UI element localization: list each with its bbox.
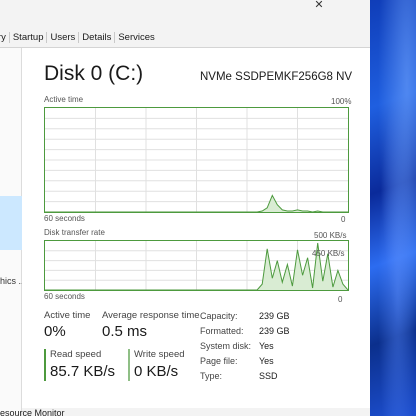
transfer-rate-graph (45, 241, 349, 291)
write-speed-bar (128, 349, 130, 381)
system-disk-label: System disk: (200, 341, 252, 351)
selected-resource-item[interactable] (0, 196, 22, 250)
avg-response-label: Average response time (102, 310, 200, 321)
tab-app-history[interactable]: tory (0, 32, 9, 43)
active-time-stat-value: 0% (44, 323, 66, 340)
tab-strip: tory Startup Users Details Services (0, 28, 370, 48)
transfer-rate-chart-label: Disk transfer rate (44, 228, 105, 237)
resource-monitor-link[interactable]: esource Monitor (0, 408, 65, 416)
avg-response-value: 0.5 ms (102, 323, 148, 340)
formatted-label: Formatted: (200, 326, 244, 336)
transfer-rate-min-label: 0 (338, 295, 343, 304)
transfer-rate-duration-label: 60 seconds (44, 292, 85, 301)
type-label: Type: (200, 371, 223, 381)
type-value: SSD (259, 371, 278, 381)
active-time-duration-label: 60 seconds (44, 214, 85, 223)
read-speed-bar (44, 349, 46, 381)
tab-details[interactable]: Details (78, 32, 114, 43)
read-speed-value: 85.7 KB/s (50, 363, 116, 380)
active-time-stat-label: Active time (44, 310, 91, 321)
read-speed-label: Read speed (50, 349, 102, 360)
desktop-wallpaper (370, 0, 416, 416)
tab-users[interactable]: Users (46, 32, 78, 43)
transfer-rate-chart (44, 240, 349, 291)
capacity-value: 239 GB (259, 311, 290, 321)
resource-list-pane (0, 48, 22, 416)
formatted-value: 239 GB (259, 326, 290, 336)
transfer-rate-secondary-label: 450 KB/s (312, 249, 345, 258)
capacity-label: Capacity: (200, 311, 238, 321)
task-manager-window: tory Startup Users Details Services hics… (0, 0, 370, 416)
active-time-min-label: 0 (341, 215, 346, 224)
page-title: Disk 0 (C:) (44, 62, 144, 85)
page-file-label: Page file: (200, 356, 238, 366)
write-speed-value: 0 KB/s (134, 363, 179, 380)
system-disk-value: Yes (259, 341, 274, 351)
write-speed-label: Write speed (134, 349, 185, 360)
tab-services[interactable]: Services (114, 32, 157, 43)
close-icon[interactable]: ✕ (312, 0, 326, 12)
active-time-chart (44, 107, 349, 213)
active-time-max-label: 100% (331, 97, 352, 106)
tab-startup[interactable]: Startup (8, 32, 47, 43)
active-time-chart-label: Active time (44, 95, 84, 104)
active-time-graph (45, 108, 348, 213)
transfer-rate-max-label: 500 KB/s (314, 231, 347, 240)
disk-model-label: NVMe SSDPEMKF256G8 NV (200, 71, 353, 83)
page-file-value: Yes (259, 356, 274, 366)
